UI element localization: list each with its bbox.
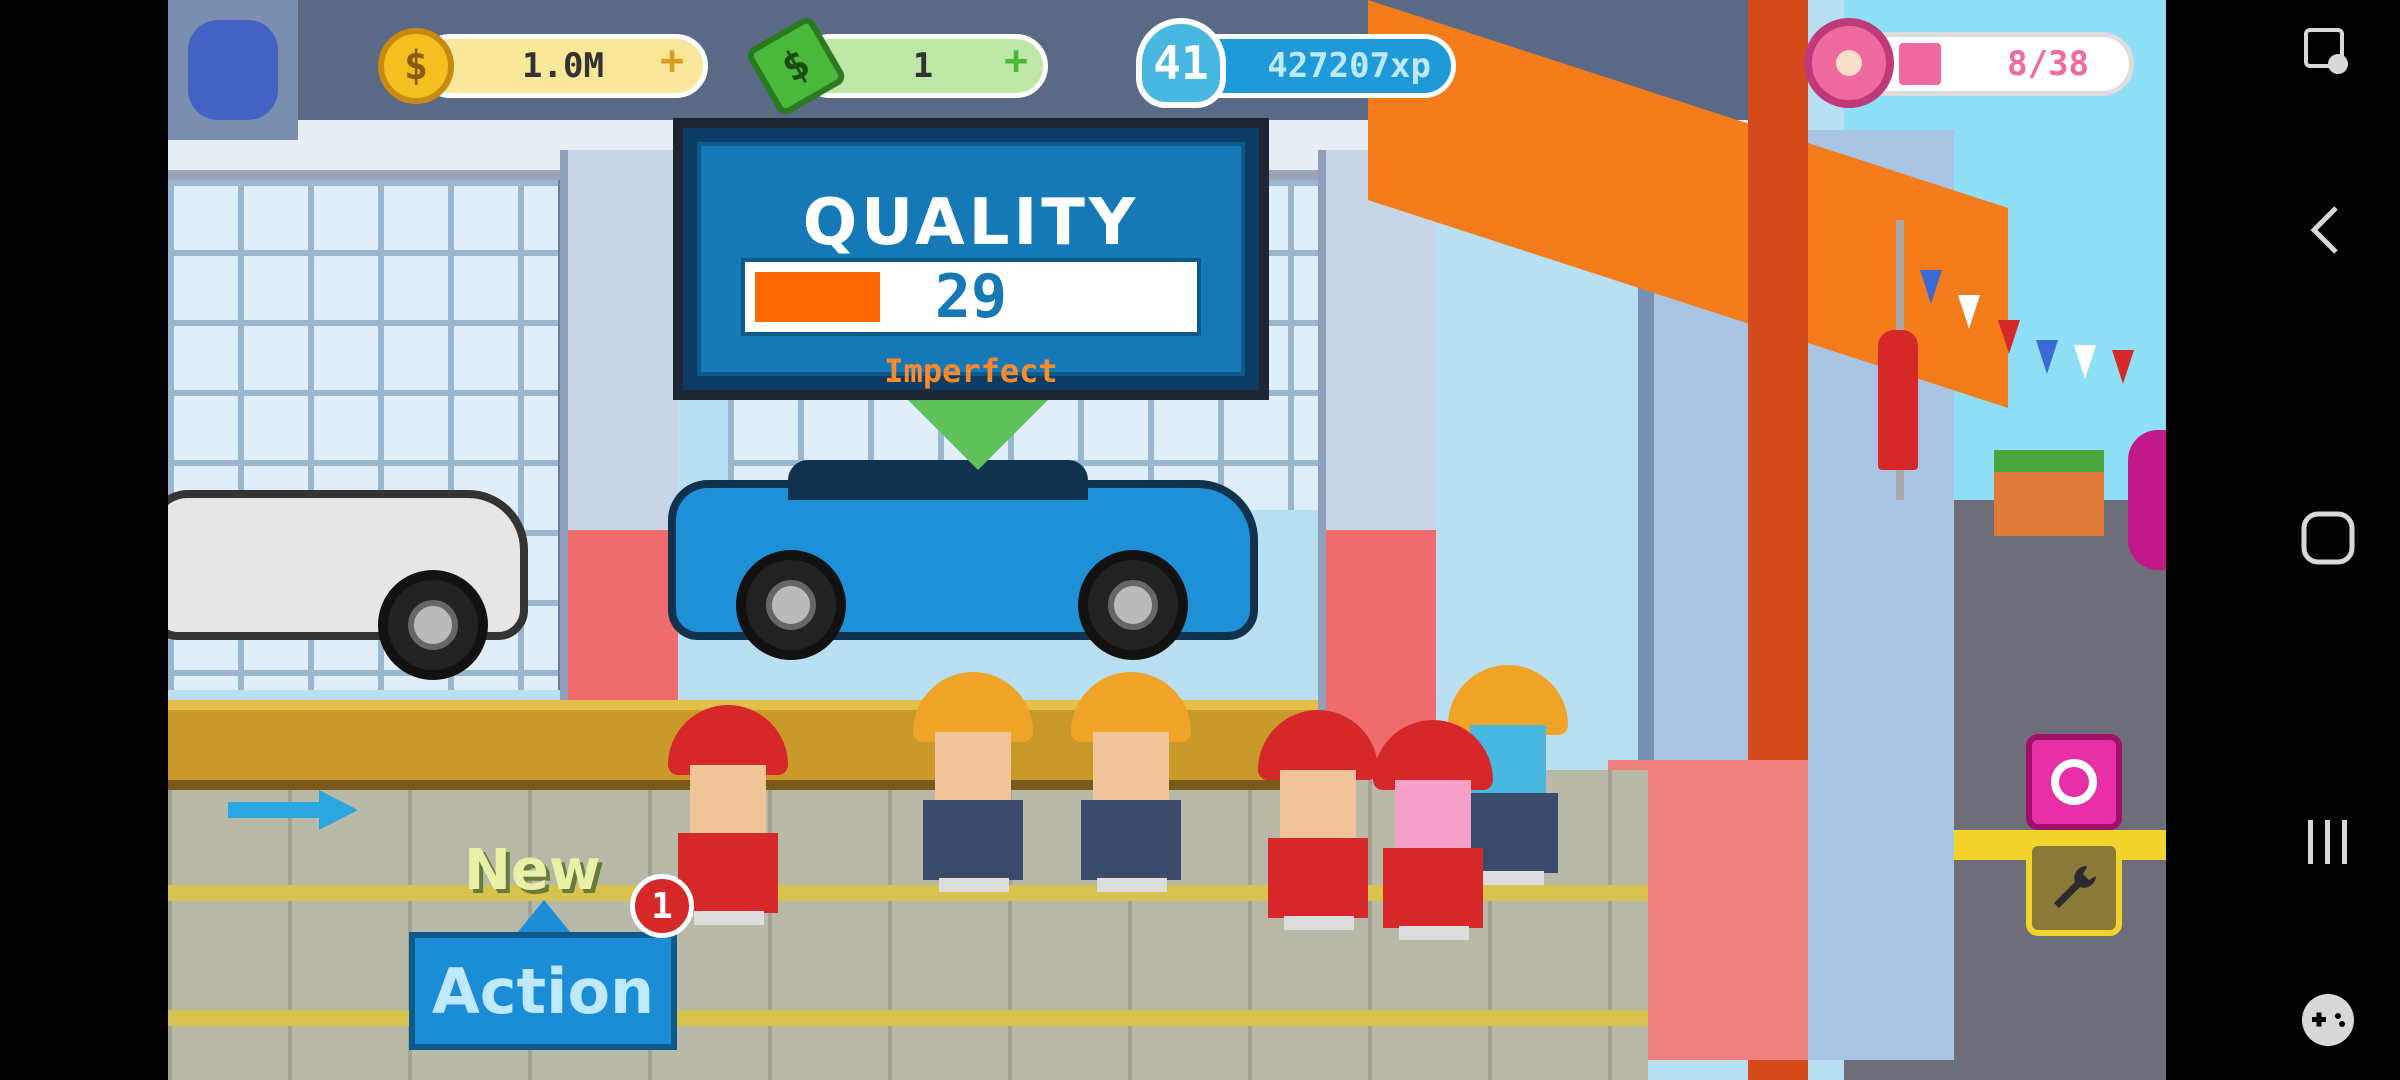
- action-button-label: Action: [431, 954, 655, 1028]
- xp-counter[interactable]: 427207xp 41: [1136, 18, 1476, 108]
- action-up-arrow-icon: [518, 900, 570, 932]
- quality-rating: Imperfect: [884, 352, 1058, 390]
- quality-bar: 29: [741, 258, 1201, 336]
- home-icon[interactable]: [2293, 508, 2363, 582]
- notification-badge: 1: [630, 874, 694, 938]
- wrench-button[interactable]: [2026, 840, 2122, 936]
- game-viewport[interactable]: QUALITY 29 Imperfect 1.0M $ + 1 $ + 4272…: [168, 0, 2166, 1080]
- quality-pointer-arrow: [908, 400, 1048, 470]
- donut-counter[interactable]: 8/38: [1804, 18, 2134, 108]
- parked-car-magenta: [2128, 430, 2166, 570]
- worker-character[interactable]: [1373, 720, 1493, 940]
- quality-panel: QUALITY 29 Imperfect: [673, 118, 1269, 400]
- xp-value: 427207xp: [1267, 46, 1431, 86]
- money-value: 1.0M: [522, 46, 604, 86]
- worker-legs: [1097, 878, 1167, 892]
- car-wheel: [378, 570, 488, 680]
- level-shield-icon: 41: [1136, 18, 1226, 108]
- level-value: 41: [1153, 36, 1209, 90]
- photo-button[interactable]: [2026, 734, 2122, 830]
- donut-pill: 8/38: [1854, 32, 2134, 96]
- xp-pill: 427207xp: [1186, 34, 1456, 98]
- worker-face: [935, 732, 1011, 802]
- photo-icon: [2051, 759, 2097, 805]
- wrench-icon: [2054, 866, 2096, 908]
- worker-legs: [939, 878, 1009, 892]
- worker-suit: [1383, 848, 1483, 928]
- quality-title: QUALITY: [802, 186, 1140, 260]
- planter-box: [1994, 450, 2104, 536]
- worker-face: [690, 765, 766, 835]
- game-controller-icon[interactable]: [2293, 990, 2363, 1064]
- worker-character[interactable]: [913, 672, 1033, 892]
- recent-apps-icon[interactable]: [2293, 812, 2363, 886]
- worker-suit: [1268, 838, 1368, 918]
- floor-stripe: [168, 1010, 1648, 1026]
- add-cash-icon[interactable]: +: [1004, 38, 1028, 84]
- action-button[interactable]: Action: [409, 932, 677, 1050]
- new-label: New: [464, 838, 601, 903]
- worker-legs: [1284, 916, 1354, 930]
- worker-face: [1395, 780, 1471, 850]
- back-icon[interactable]: [2293, 200, 2363, 274]
- donut-hole: [1836, 50, 1862, 76]
- dollar-coin-icon: $: [378, 28, 454, 104]
- money-counter[interactable]: 1.0M $ +: [378, 24, 708, 108]
- donut-progress-value: 8/38: [2007, 44, 2089, 84]
- cash-bill-icon: $: [744, 14, 848, 118]
- worker-legs: [694, 911, 764, 925]
- worker-character[interactable]: [1071, 672, 1191, 892]
- avatar-puzzle-icon: [188, 20, 278, 120]
- worker-suit: [1081, 800, 1181, 880]
- donut-icon: [1804, 18, 1894, 108]
- pedestrian-character: [1878, 330, 1918, 470]
- add-money-icon[interactable]: +: [660, 38, 684, 84]
- car-wheel: [736, 550, 846, 660]
- worker-face: [1280, 770, 1356, 840]
- system-nav-bar: [2166, 0, 2400, 1080]
- worker-face: [1093, 732, 1169, 802]
- donut-progress-fill: [1899, 43, 1941, 85]
- quality-panel-inner: QUALITY 29 Imperfect: [697, 142, 1245, 390]
- notification-count: 1: [651, 885, 673, 927]
- cash-value: 1: [912, 46, 934, 86]
- worker-character[interactable]: [1258, 710, 1378, 930]
- avatar-slot[interactable]: [168, 0, 298, 140]
- screenshot-edit-icon[interactable]: [2293, 22, 2363, 96]
- quality-value: 29: [934, 262, 1008, 332]
- worker-legs: [1399, 926, 1469, 940]
- cash-counter[interactable]: 1 $ +: [744, 14, 1088, 118]
- car-wheel: [1078, 550, 1188, 660]
- worker-suit: [923, 800, 1023, 880]
